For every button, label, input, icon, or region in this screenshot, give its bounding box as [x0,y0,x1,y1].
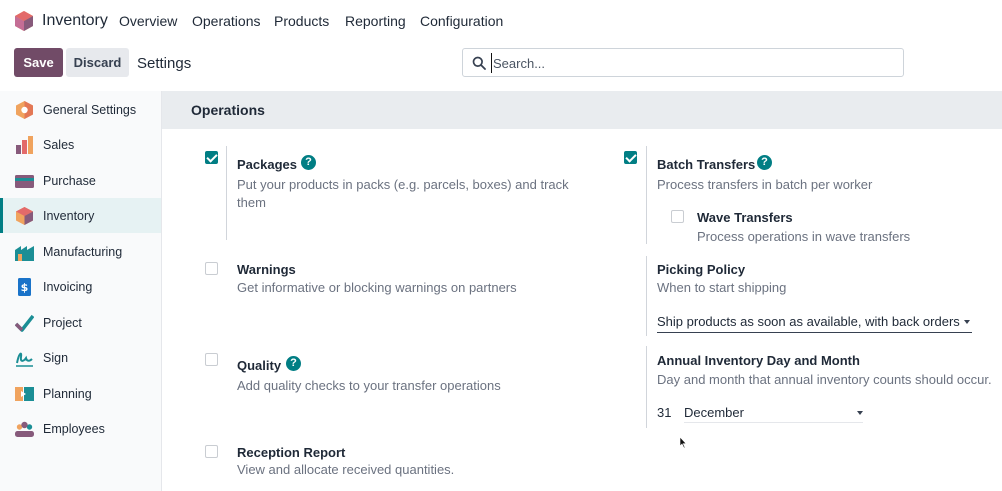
sidebar-item-label: Inventory [43,209,95,223]
picking-policy-title: Picking Policy [657,262,746,277]
sidebar-item-general-settings[interactable]: General Settings [0,92,161,127]
warnings-title: Warnings [237,262,296,277]
sidebar-item-label: Manufacturing [43,245,123,259]
packages-help-icon[interactable]: ? [301,155,316,170]
discard-button[interactable]: Discard [66,48,129,77]
packages-description: Put your products in packs (e.g. parcels… [237,177,569,192]
sidebar-item-label: Sales [43,138,75,152]
wave-transfers-description: Process operations in wave transfers [697,229,911,244]
menu-configuration[interactable]: Configuration [420,13,503,29]
sidebar-item-manufacturing[interactable]: Manufacturing [0,234,161,269]
project-icon [15,314,34,332]
search-icon [472,56,486,70]
quality-help-icon[interactable]: ? [286,356,301,371]
annual-day-input[interactable]: 31 [657,405,671,420]
sign-icon [16,352,33,367]
sidebar-item-label: Project [43,316,82,330]
annual-inventory-description: Day and month that annual inventory coun… [657,372,992,387]
svg-text:$: $ [21,281,29,294]
sidebar-item-invoicing[interactable]: $ Invoicing [0,269,161,304]
packages-checkbox[interactable] [205,151,218,164]
search-box[interactable] [462,48,904,77]
wave-transfers-title: Wave Transfers [697,210,793,225]
batch-transfers-help-icon[interactable]: ? [757,155,772,170]
packages-title: Packages [237,157,297,172]
section-header: Operations [162,91,1002,129]
warnings-checkbox[interactable] [205,262,218,275]
sidebar-item-label: Employees [43,422,105,436]
annual-divider [646,346,647,428]
inventory-icon [16,207,33,225]
quality-title: Quality [237,358,282,373]
section-title: Operations [191,102,265,118]
sidebar-item-label: Purchase [43,174,96,188]
annual-inventory-title: Annual Inventory Day and Month [657,353,860,368]
search-input[interactable] [491,53,891,73]
sidebar-item-label: General Settings [43,103,137,117]
sidebar-item-inventory[interactable]: Inventory [0,198,161,233]
annual-month-select[interactable]: December [684,405,863,423]
wave-transfers-checkbox[interactable] [671,210,684,223]
inventory-app-icon[interactable] [15,11,33,31]
sidebar-item-label: Sign [43,351,69,365]
picking-policy-select[interactable]: Ship products as soon as available, with… [657,314,972,333]
packages-description-cont: them [237,195,266,210]
sidebar-item-label: Planning [43,387,92,401]
breadcrumb: Settings [137,55,192,72]
menu-reporting[interactable]: Reporting [345,13,406,29]
planning-icon [15,387,34,401]
mouse-cursor-icon [680,437,687,448]
packages-divider [226,146,227,240]
invoicing-icon: $ [18,278,31,296]
quality-description: Add quality checks to your transfer oper… [237,378,501,393]
manufacturing-icon [15,246,34,261]
sidebar-item-project[interactable]: Project [0,305,161,340]
reception-report-title: Reception Report [237,445,346,460]
batch-divider [646,146,647,244]
settings-sidebar: General Settings Sales Purchase Inventor… [0,91,162,491]
sales-icon [16,136,33,154]
warnings-description: Get informative or blocking warnings on … [237,280,517,295]
sidebar-item-purchase[interactable]: Purchase [0,163,161,198]
save-button[interactable]: Save [14,48,63,77]
top-navbar: Inventory Overview Operations Products R… [0,0,1002,41]
batch-transfers-title: Batch Transfers [657,157,756,172]
batch-transfers-checkbox[interactable] [624,151,637,164]
picking-divider [646,256,647,336]
annual-month-value: December [684,405,744,420]
sidebar-item-employees[interactable]: Employees [0,411,161,446]
sidebar-item-sign[interactable]: Sign [0,340,161,375]
control-panel: Save Discard Settings [0,41,1002,91]
menu-overview[interactable]: Overview [119,13,177,29]
picking-policy-description: When to start shipping [657,280,787,295]
menu-operations[interactable]: Operations [192,13,260,29]
reception-report-checkbox[interactable] [205,445,218,458]
general-settings-icon [16,101,33,119]
picking-policy-value: Ship products as soon as available, with… [657,314,960,329]
employees-icon [15,421,34,437]
app-name[interactable]: Inventory [42,12,108,30]
chevron-down-icon [857,411,863,415]
reception-report-description: View and allocate received quantities. [237,462,455,477]
sidebar-item-planning[interactable]: Planning [0,376,161,411]
purchase-icon [15,175,34,188]
batch-transfers-description: Process transfers in batch per worker [657,177,873,192]
sidebar-item-sales[interactable]: Sales [0,127,161,162]
sidebar-item-label: Invoicing [43,280,93,294]
menu-products[interactable]: Products [274,13,329,29]
chevron-down-icon [964,320,970,324]
quality-checkbox[interactable] [205,353,218,366]
